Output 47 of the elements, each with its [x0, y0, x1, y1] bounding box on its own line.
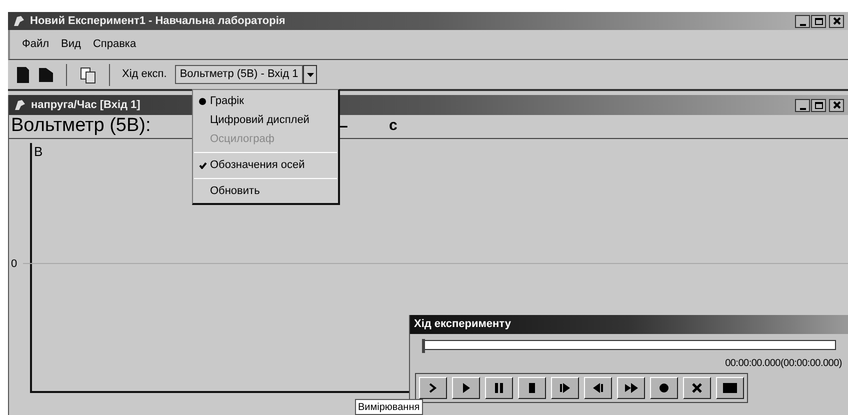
panel-title: Хід експерименту: [414, 317, 511, 332]
pause-button[interactable]: [485, 377, 513, 399]
step-forward-button[interactable]: [551, 377, 579, 399]
minimize-button[interactable]: [795, 14, 810, 28]
axis-tick-label: 0: [11, 257, 18, 272]
close-icon: [832, 17, 840, 25]
minimize-button[interactable]: [795, 98, 810, 112]
maximize-button[interactable]: [811, 14, 826, 28]
window-title: Новий Експеримент1 - Навчальна лабораторія: [30, 14, 286, 29]
caret-icon: [306, 72, 314, 76]
close-button[interactable]: [829, 14, 844, 28]
fast-forward-button[interactable]: [617, 377, 645, 399]
menu-item[interactable]: Справка: [92, 36, 136, 53]
checkmark-icon: [198, 162, 206, 169]
reading-unit: c: [389, 116, 398, 136]
slider-thumb[interactable]: [422, 339, 425, 353]
close-icon: [832, 101, 840, 109]
stop-button[interactable]: [518, 377, 546, 399]
new-file-icon[interactable]: [16, 66, 30, 84]
measure-button[interactable]: [419, 377, 447, 399]
fast-forward-icon: [623, 380, 639, 396]
record-button[interactable]: [650, 377, 678, 399]
reading-heading: Вольтметр (5В):: [11, 114, 151, 138]
app-icon: [12, 14, 26, 28]
maximize-button[interactable]: [811, 98, 826, 112]
document-icon[interactable]: [79, 66, 97, 84]
menu-item[interactable]: Вид: [61, 36, 81, 53]
app-icon: [13, 98, 27, 112]
tooltip: Вимірювання: [355, 399, 423, 415]
menu-option[interactable]: Графік: [193, 92, 338, 111]
elapsed-time: 00:00:00.000(00:00:00.000): [725, 357, 842, 371]
menu-option[interactable]: Цифровий дисплей: [193, 111, 338, 130]
experiment-label: Хід експ.: [122, 67, 167, 82]
step-back-button[interactable]: [584, 377, 612, 399]
menu-option[interactable]: Обозначения осей: [193, 156, 338, 175]
dropdown-arrow-button[interactable]: [303, 65, 318, 84]
child-window-title: напруга/Час [Вхід 1]: [31, 98, 140, 113]
progress-slider[interactable]: [422, 340, 836, 350]
experiment-select[interactable]: Вольтметр (5В) - Вхід 1: [174, 65, 304, 84]
axis-label: В: [34, 143, 43, 161]
menu-item[interactable]: Файл: [22, 36, 50, 53]
delete-button[interactable]: [683, 377, 711, 399]
close-button[interactable]: [829, 98, 844, 112]
play-button[interactable]: [452, 377, 480, 399]
screen-button[interactable]: [716, 377, 744, 399]
menu-option[interactable]: Обновить: [193, 182, 338, 201]
rectangle-icon: [722, 380, 738, 396]
